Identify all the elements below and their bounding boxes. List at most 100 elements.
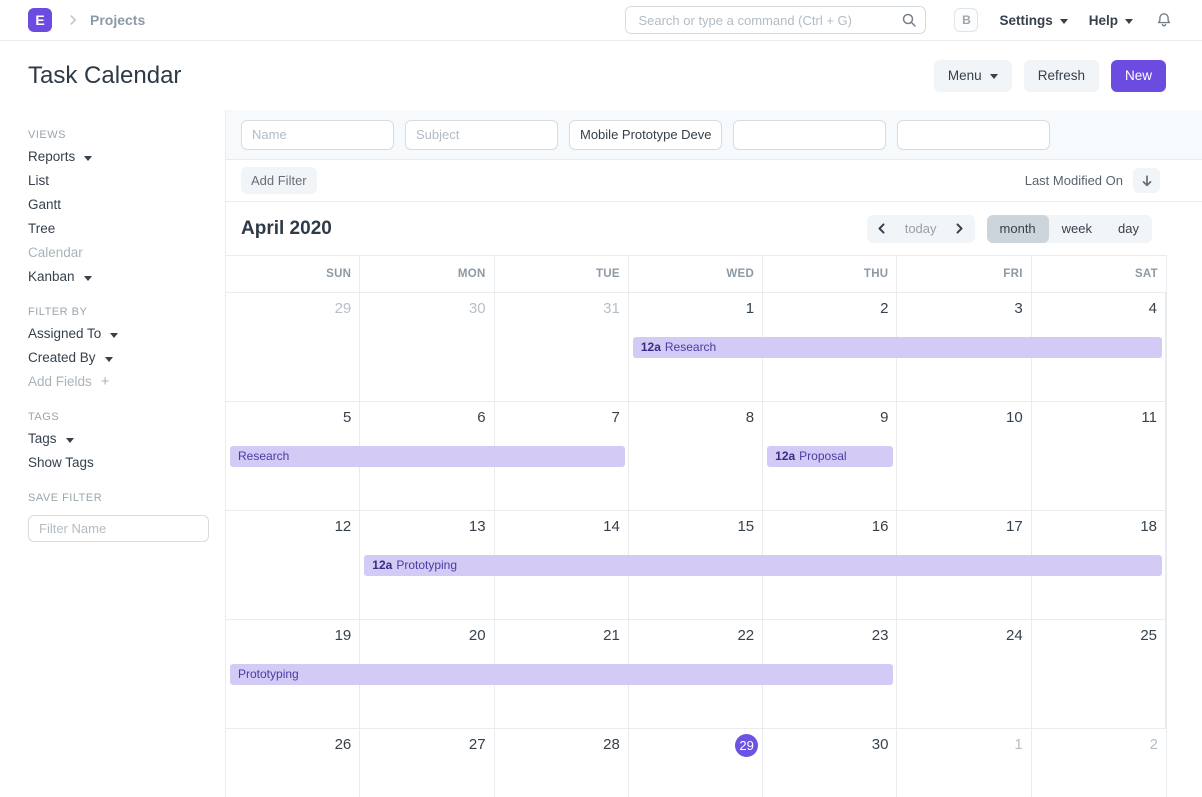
week-row: 293031123412aResearch: [226, 293, 1166, 402]
bell-icon[interactable]: [1156, 12, 1172, 28]
page-actions: Menu Refresh New: [934, 60, 1166, 92]
sidebar-item-label: List: [28, 174, 49, 188]
filter-input-name[interactable]: [241, 120, 394, 150]
sidebar-item-list[interactable]: List: [28, 169, 210, 193]
calendar-title: April 2020: [241, 218, 332, 240]
sort-field-label[interactable]: Last Modified On: [1025, 173, 1123, 188]
calendar-event[interactable]: 12aPrototyping: [364, 555, 1162, 576]
sidebar-item-gantt[interactable]: Gantt: [28, 193, 210, 217]
calendar-event[interactable]: Research: [230, 446, 625, 467]
filter-bar: [226, 110, 1202, 160]
filter-input-subject[interactable]: [405, 120, 558, 150]
search-input[interactable]: [625, 6, 926, 34]
calendar-grid: SUNMONTUEWEDTHUFRISAT 293031123412aResea…: [226, 255, 1167, 797]
settings-menu[interactable]: Settings: [999, 13, 1067, 28]
new-button[interactable]: New: [1111, 60, 1166, 92]
chevron-down-icon: [84, 276, 92, 281]
day-cell[interactable]: 30: [763, 729, 897, 797]
sidebar-item-kanban[interactable]: Kanban: [28, 265, 210, 289]
sidebar-item-label: Created By: [28, 351, 96, 365]
calendar-event[interactable]: 12aProposal: [767, 446, 893, 467]
global-search: [625, 6, 926, 34]
help-menu[interactable]: Help: [1089, 13, 1133, 28]
day-cell[interactable]: 1: [897, 729, 1031, 797]
sidebar-item-label: Calendar: [28, 246, 83, 260]
calendar-event[interactable]: Prototyping: [230, 664, 893, 685]
event-time: 12a: [775, 449, 795, 463]
sidebar-section-heading: FILTER BY: [28, 306, 210, 318]
sidebar-item-created-by[interactable]: Created By: [28, 346, 210, 370]
chevron-right-icon: [66, 13, 80, 27]
chevron-right-icon: [953, 222, 966, 235]
day-cell[interactable]: 2: [1032, 729, 1166, 797]
navbar: E Projects B Settings Help: [0, 0, 1202, 41]
view-button-week[interactable]: week: [1049, 215, 1105, 243]
day-cell[interactable]: 26: [226, 729, 360, 797]
sidebar-item-show-tags[interactable]: Show Tags: [28, 451, 210, 475]
calendar-event[interactable]: 12aResearch: [633, 337, 1162, 358]
day-header-row: SUNMONTUEWEDTHUFRISAT: [226, 256, 1166, 293]
day-cell[interactable]: 28: [495, 729, 629, 797]
day-cell[interactable]: 29: [226, 293, 360, 401]
day-cell[interactable]: 12: [226, 511, 360, 619]
filter-input-3[interactable]: [733, 120, 886, 150]
sidebar-item-calendar[interactable]: Calendar: [28, 241, 210, 265]
page-header: Task Calendar Menu Refresh New: [0, 41, 1202, 110]
avatar[interactable]: B: [954, 8, 978, 32]
sidebar-item-label: Tags: [28, 432, 57, 446]
event-time: 12a: [641, 340, 661, 354]
chevron-down-icon: [1060, 19, 1068, 24]
day-cell[interactable]: 25: [1032, 620, 1166, 728]
calendar-grid-weeks: 293031123412aResearch567891011Research12…: [226, 293, 1166, 797]
chevron-down-icon: [66, 438, 74, 443]
day-cell[interactable]: 10: [897, 402, 1031, 510]
sidebar-section-heading: TAGS: [28, 411, 210, 423]
day-cell[interactable]: 27: [360, 729, 494, 797]
day-header-thu: THU: [763, 256, 897, 292]
day-header-mon: MON: [360, 256, 494, 292]
chevron-down-icon: [84, 156, 92, 161]
plus-icon: +: [101, 375, 110, 389]
day-header-sun: SUN: [226, 256, 360, 292]
day-cell[interactable]: 30: [360, 293, 494, 401]
sidebar-section-heading: SAVE FILTER: [28, 492, 210, 504]
day-cell[interactable]: 24: [897, 620, 1031, 728]
chevron-down-icon: [1125, 19, 1133, 24]
next-month-button[interactable]: [947, 215, 973, 243]
day-cell[interactable]: 29: [629, 729, 763, 797]
sidebar-item-tree[interactable]: Tree: [28, 217, 210, 241]
search-icon: [901, 12, 917, 28]
sidebar-item-label: Kanban: [28, 270, 75, 284]
view-button-month[interactable]: month: [987, 215, 1049, 243]
day-cell[interactable]: 8: [629, 402, 763, 510]
sidebar-item-assigned-to[interactable]: Assigned To: [28, 322, 210, 346]
breadcrumb[interactable]: Projects: [90, 12, 145, 28]
sidebar-item-tags[interactable]: Tags: [28, 427, 210, 451]
today-badge: 29: [735, 734, 758, 757]
filter-name-input[interactable]: [28, 515, 209, 542]
help-label: Help: [1089, 13, 1118, 28]
view-button-day[interactable]: day: [1105, 215, 1152, 243]
chevron-down-icon: [990, 74, 998, 79]
day-cell[interactable]: 11: [1032, 402, 1166, 510]
toolbar: Add Filter Last Modified On: [226, 160, 1202, 202]
main-area: Add Filter Last Modified On April 2020 t…: [226, 110, 1202, 797]
view-switcher: monthweekday: [987, 215, 1152, 243]
sidebar-item-reports[interactable]: Reports: [28, 145, 210, 169]
menu-label: Menu: [948, 68, 982, 83]
day-header-wed: WED: [629, 256, 763, 292]
add-filter-button[interactable]: Add Filter: [241, 167, 317, 194]
sidebar: VIEWSReportsListGanttTreeCalendarKanbanF…: [0, 110, 226, 797]
menu-button[interactable]: Menu: [934, 60, 1012, 92]
app-logo[interactable]: E: [28, 8, 52, 32]
today-button[interactable]: today: [895, 221, 947, 236]
page-title: Task Calendar: [28, 62, 181, 90]
refresh-button[interactable]: Refresh: [1024, 60, 1099, 92]
sidebar-item-add-fields[interactable]: Add Fields+: [28, 370, 210, 394]
filter-input-2[interactable]: [569, 120, 722, 150]
sort-direction-button[interactable]: [1133, 168, 1160, 193]
day-cell[interactable]: 31: [495, 293, 629, 401]
filter-input-4[interactable]: [897, 120, 1050, 150]
sidebar-item-label: Gantt: [28, 198, 61, 212]
prev-month-button[interactable]: [869, 215, 895, 243]
